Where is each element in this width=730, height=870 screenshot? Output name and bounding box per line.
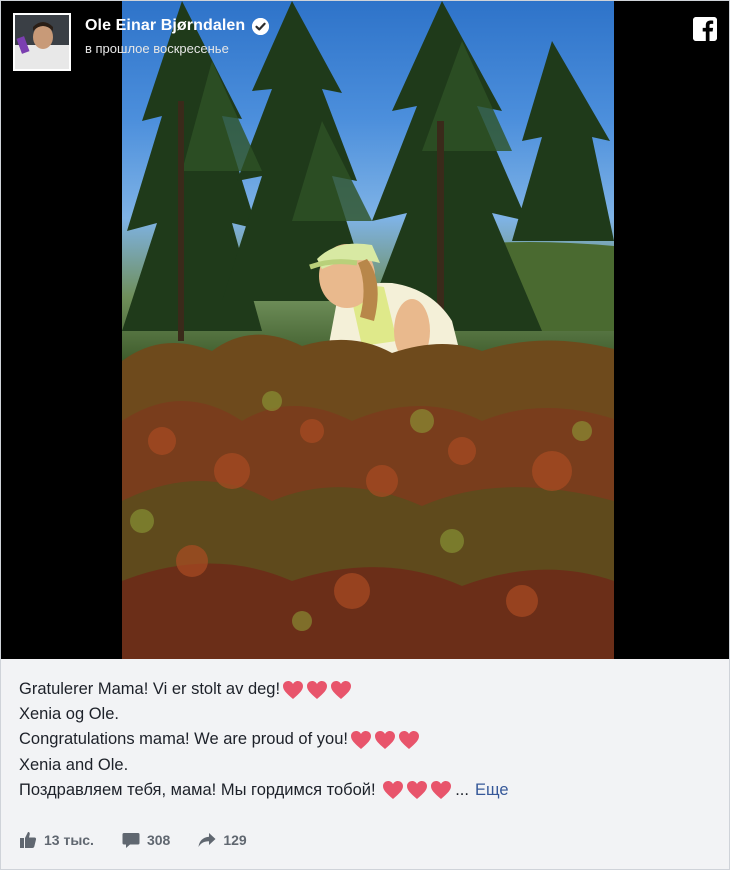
post-photo[interactable] [122,1,614,659]
message-line: Congratulations mama! We are proud of yo… [19,727,709,752]
message-text: Gratulerer Mama! Vi er stolt av deg! [19,680,281,698]
heart-icon [383,781,404,800]
message-line: Gratulerer Mama! Vi er stolt av deg! [19,677,709,702]
author-avatar[interactable] [13,13,71,71]
heart-emojis [382,780,454,800]
message-text: Congratulations mama! We are proud of yo… [19,730,348,749]
see-more-link[interactable]: Еще [475,778,509,803]
heart-icon [350,731,371,749]
heart-icon [283,680,304,699]
facebook-post: Ole Einar Bjørndalen в прошлое воскресен… [0,0,730,870]
heart-icon [398,731,419,749]
comments-stat[interactable]: 308 [122,832,170,849]
post-message: Gratulerer Mama! Vi er stolt av deg! Xen… [19,677,709,803]
post-header: Ole Einar Bjørndalen в прошлое воскресен… [13,13,270,71]
share-icon [198,833,216,847]
post-stats: 13 тыс. 308 129 [19,831,275,849]
verified-badge-icon [252,17,270,35]
heart-icon [331,680,352,699]
message-line: Поздравляем тебя, мама! Мы гордимся тобо… [19,778,709,803]
shares-stat[interactable]: 129 [198,832,247,848]
truncation-ellipsis: ... [455,780,469,799]
message-text: Xenia and Ole. [19,755,129,774]
photo-illustration [122,1,614,659]
post-media[interactable]: Ole Einar Bjørndalen в прошлое воскресен… [1,1,729,659]
likes-count: 13 тыс. [44,832,94,848]
heart-icon [307,680,328,699]
heart-emojis [282,680,354,700]
facebook-icon[interactable] [693,17,717,41]
heart-icon [431,781,452,800]
thumbs-up-icon [20,832,37,848]
author-name[interactable]: Ole Einar Bjørndalen [85,17,245,35]
comment-icon [122,832,140,848]
comments-count: 308 [146,832,171,848]
message-line: Xenia and Ole. [19,753,709,778]
message-text: Поздравляем тебя, мама! Мы гордимся тобо… [19,780,381,799]
likes-stat[interactable]: 13 тыс. [19,831,94,849]
heart-icon [407,781,428,800]
shares-count: 129 [223,832,247,848]
heart-icon [374,731,395,749]
heart-emojis [350,730,422,750]
message-text: Xenia og Ole. [19,705,119,724]
post-timestamp[interactable]: в прошлое воскресенье [85,41,269,56]
message-line: Xenia og Ole. [19,702,709,727]
